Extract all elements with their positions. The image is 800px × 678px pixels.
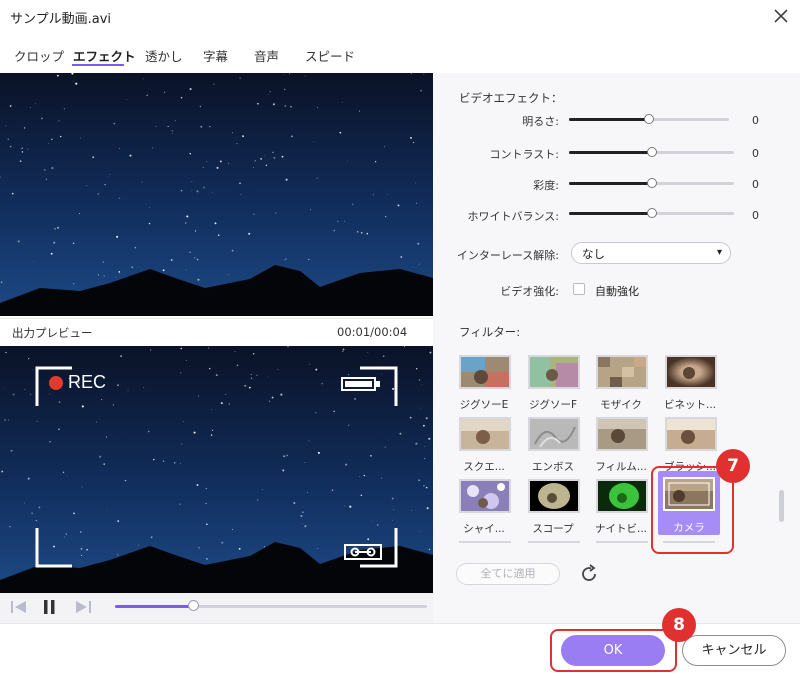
brightness-value: 0 bbox=[752, 114, 759, 127]
saturation-value: 0 bbox=[752, 178, 759, 191]
filter-label-night-vision: ナイトビ... bbox=[594, 523, 647, 535]
filter-thumb-vignette[interactable] bbox=[665, 355, 717, 389]
filter-thumb-jigsaw-f[interactable] bbox=[528, 355, 580, 389]
filter-label-jigsaw-f: ジグソーF bbox=[528, 399, 578, 411]
filter-thumb-mosaic[interactable] bbox=[596, 355, 648, 389]
filter-thumb-brush[interactable] bbox=[665, 417, 717, 451]
step7-badge: 7 bbox=[716, 449, 750, 483]
active-tab-indicator bbox=[72, 64, 124, 66]
brightness-label: 明るさ: bbox=[522, 115, 559, 128]
original-video-preview bbox=[0, 73, 433, 316]
filter-thumb-square[interactable] bbox=[459, 417, 511, 451]
filter-row-next-edge bbox=[459, 541, 511, 544]
auto-enhance-label: 自動強化 bbox=[595, 285, 639, 298]
rec-label: REC bbox=[68, 372, 107, 392]
output-preview-label: 出力プレビュー bbox=[12, 326, 93, 340]
filter-thumb-scope[interactable] bbox=[528, 479, 580, 513]
filter-scrollbar[interactable] bbox=[779, 490, 784, 522]
brightness-fill bbox=[569, 118, 649, 121]
filter-label-film: フィルム... bbox=[595, 461, 647, 473]
preview-timecode: 00:01/00:04 bbox=[337, 325, 408, 339]
playback-progress bbox=[115, 605, 193, 608]
filter-row-next-edge bbox=[596, 541, 648, 544]
enhance-label: ビデオ強化: bbox=[500, 285, 559, 298]
cassette-icon bbox=[344, 544, 382, 560]
window-title: サンプル動画.avi bbox=[10, 12, 112, 27]
contrast-label: コントラスト: bbox=[489, 148, 560, 161]
close-icon[interactable] bbox=[771, 6, 791, 26]
filter-label-shine: シャイ... bbox=[463, 523, 505, 535]
reset-icon[interactable] bbox=[578, 563, 600, 585]
filter-thumb-jigsaw-e[interactable] bbox=[459, 355, 511, 389]
tab-crop[interactable]: クロップ bbox=[14, 46, 64, 65]
filter-label-emboss: エンボス bbox=[532, 461, 574, 473]
saturation-fill bbox=[569, 182, 652, 185]
step8-badge: 8 bbox=[662, 608, 696, 642]
filter-title: フィルター: bbox=[459, 325, 521, 339]
saturation-thumb[interactable] bbox=[647, 178, 657, 188]
contrast-thumb[interactable] bbox=[647, 147, 657, 157]
filter-label-vignette: ビネット... bbox=[663, 399, 716, 411]
filter-label-square: スクエ... bbox=[463, 461, 505, 473]
filter-label-mosaic: モザイク bbox=[600, 399, 642, 411]
saturation-label: 彩度: bbox=[533, 179, 559, 192]
white-balance-thumb[interactable] bbox=[647, 208, 657, 218]
white-balance-value: 0 bbox=[752, 209, 759, 222]
battery-icon bbox=[341, 376, 381, 391]
auto-enhance-checkbox[interactable] bbox=[573, 283, 585, 295]
previous-frame-icon[interactable] bbox=[8, 597, 30, 617]
chevron-down-icon: ▾ bbox=[716, 247, 722, 258]
step8-highlight bbox=[550, 629, 677, 672]
tab-effect[interactable]: エフェクト bbox=[73, 46, 136, 65]
tab-speed[interactable]: スピード bbox=[305, 46, 355, 65]
deinterlace-label: インターレース解除: bbox=[456, 249, 559, 262]
record-dot-icon bbox=[49, 376, 63, 390]
white-balance-fill bbox=[569, 212, 652, 215]
tab-watermark[interactable]: 透かし bbox=[145, 46, 183, 65]
next-frame-icon[interactable] bbox=[72, 597, 94, 617]
playback-thumb[interactable] bbox=[188, 600, 199, 611]
deinterlace-select[interactable]: なし ▾ bbox=[571, 242, 731, 264]
contrast-value: 0 bbox=[752, 147, 759, 160]
brightness-thumb[interactable] bbox=[644, 114, 654, 124]
filter-thumb-emboss[interactable] bbox=[528, 417, 580, 451]
pause-icon[interactable] bbox=[39, 597, 61, 617]
deinterlace-value: なし bbox=[582, 247, 605, 261]
filter-label-scope: スコープ bbox=[532, 523, 574, 535]
video-edit-dialog: サンプル動画.avi クロップ エフェクト 透かし 字幕 音声 スピード 出力プ… bbox=[0, 0, 800, 678]
video-effect-title: ビデオエフェクト： bbox=[459, 91, 563, 105]
white-balance-label: ホワイトバランス: bbox=[467, 210, 560, 223]
playback-controls bbox=[0, 593, 433, 623]
filter-row-next-edge bbox=[528, 541, 580, 544]
filter-label-jigsaw-e: ジグソーE bbox=[459, 399, 509, 411]
contrast-fill bbox=[569, 151, 652, 154]
cancel-button[interactable]: キャンセル bbox=[682, 635, 786, 666]
tab-subtitle[interactable]: 字幕 bbox=[203, 46, 228, 65]
apply-all-button[interactable]: 全てに適用 bbox=[456, 563, 560, 585]
filter-thumb-shine[interactable] bbox=[459, 479, 511, 513]
tab-audio[interactable]: 音声 bbox=[254, 46, 279, 65]
filter-thumb-night-vision[interactable] bbox=[596, 479, 648, 513]
filter-thumb-film[interactable] bbox=[596, 417, 648, 451]
